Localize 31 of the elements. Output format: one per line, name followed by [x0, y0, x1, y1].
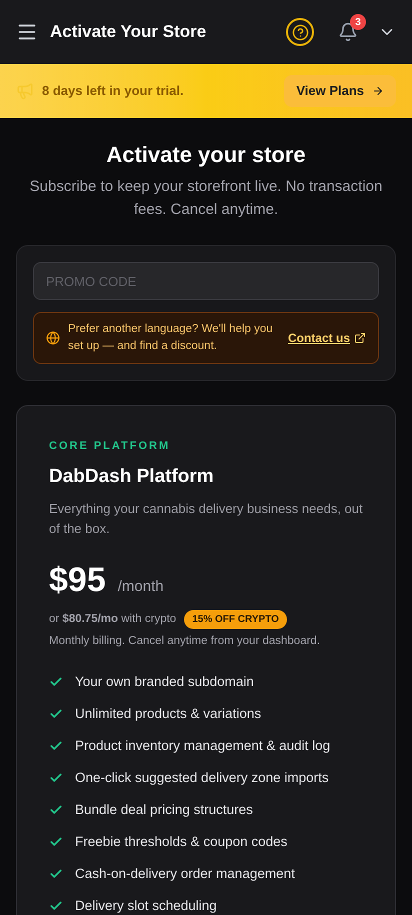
view-plans-button[interactable]: View Plans — [284, 75, 396, 107]
billing-note: Monthly billing. Cancel anytime from your dashboard. — [49, 634, 322, 649]
plan-description: Everything your cannabis delivery business needs, out of the box. — [49, 500, 363, 538]
language-notice-text: Prefer another language? We'll help you set up — and find a discount. — [68, 322, 274, 354]
arrow-right-icon — [372, 85, 384, 97]
feature-text: Product inventory management & audit log — [75, 737, 330, 756]
price-period: /month — [118, 577, 164, 597]
feature-text: Cash-on-delivery order management — [75, 865, 295, 884]
promo-code-field[interactable]: PROMO CODE — [33, 262, 379, 300]
feature-text: Freebie thresholds & coupon codes — [75, 833, 288, 852]
crypto-discount-badge: 15% OFF CRYPTO — [184, 610, 287, 629]
megaphone-icon — [16, 82, 34, 100]
feature-text: One-click suggested delivery zone imports — [75, 769, 329, 788]
plan-price: $95 — [49, 560, 106, 601]
feature-text: Your own branded subdomain — [75, 673, 254, 692]
page-title: Activate Your Store — [50, 21, 208, 44]
help-button[interactable] — [286, 18, 314, 46]
plan-eyebrow: CORE PLATFORM — [49, 439, 172, 454]
crypto-price-note: or $80.75/mo with crypto — [49, 612, 176, 627]
trial-text: 8 days left in your trial. — [42, 82, 185, 100]
feature-text: Bundle deal pricing structures — [75, 801, 253, 820]
globe-icon — [46, 331, 60, 345]
plan-name: DabDash Platform — [49, 464, 215, 488]
external-link-icon — [354, 332, 366, 344]
help-icon — [292, 24, 308, 40]
section-subtitle: Subscribe to keep your storefront live. No transaction fees. Cancel anytime. — [28, 177, 384, 220]
feature-text: Unlimited products & variations — [75, 705, 262, 724]
feature-text: Delivery slot scheduling — [75, 897, 217, 915]
contact-us-link[interactable]: Contact us — [288, 329, 366, 347]
notification-badge: 3 — [350, 14, 366, 30]
section-title: Activate your store — [106, 141, 306, 169]
